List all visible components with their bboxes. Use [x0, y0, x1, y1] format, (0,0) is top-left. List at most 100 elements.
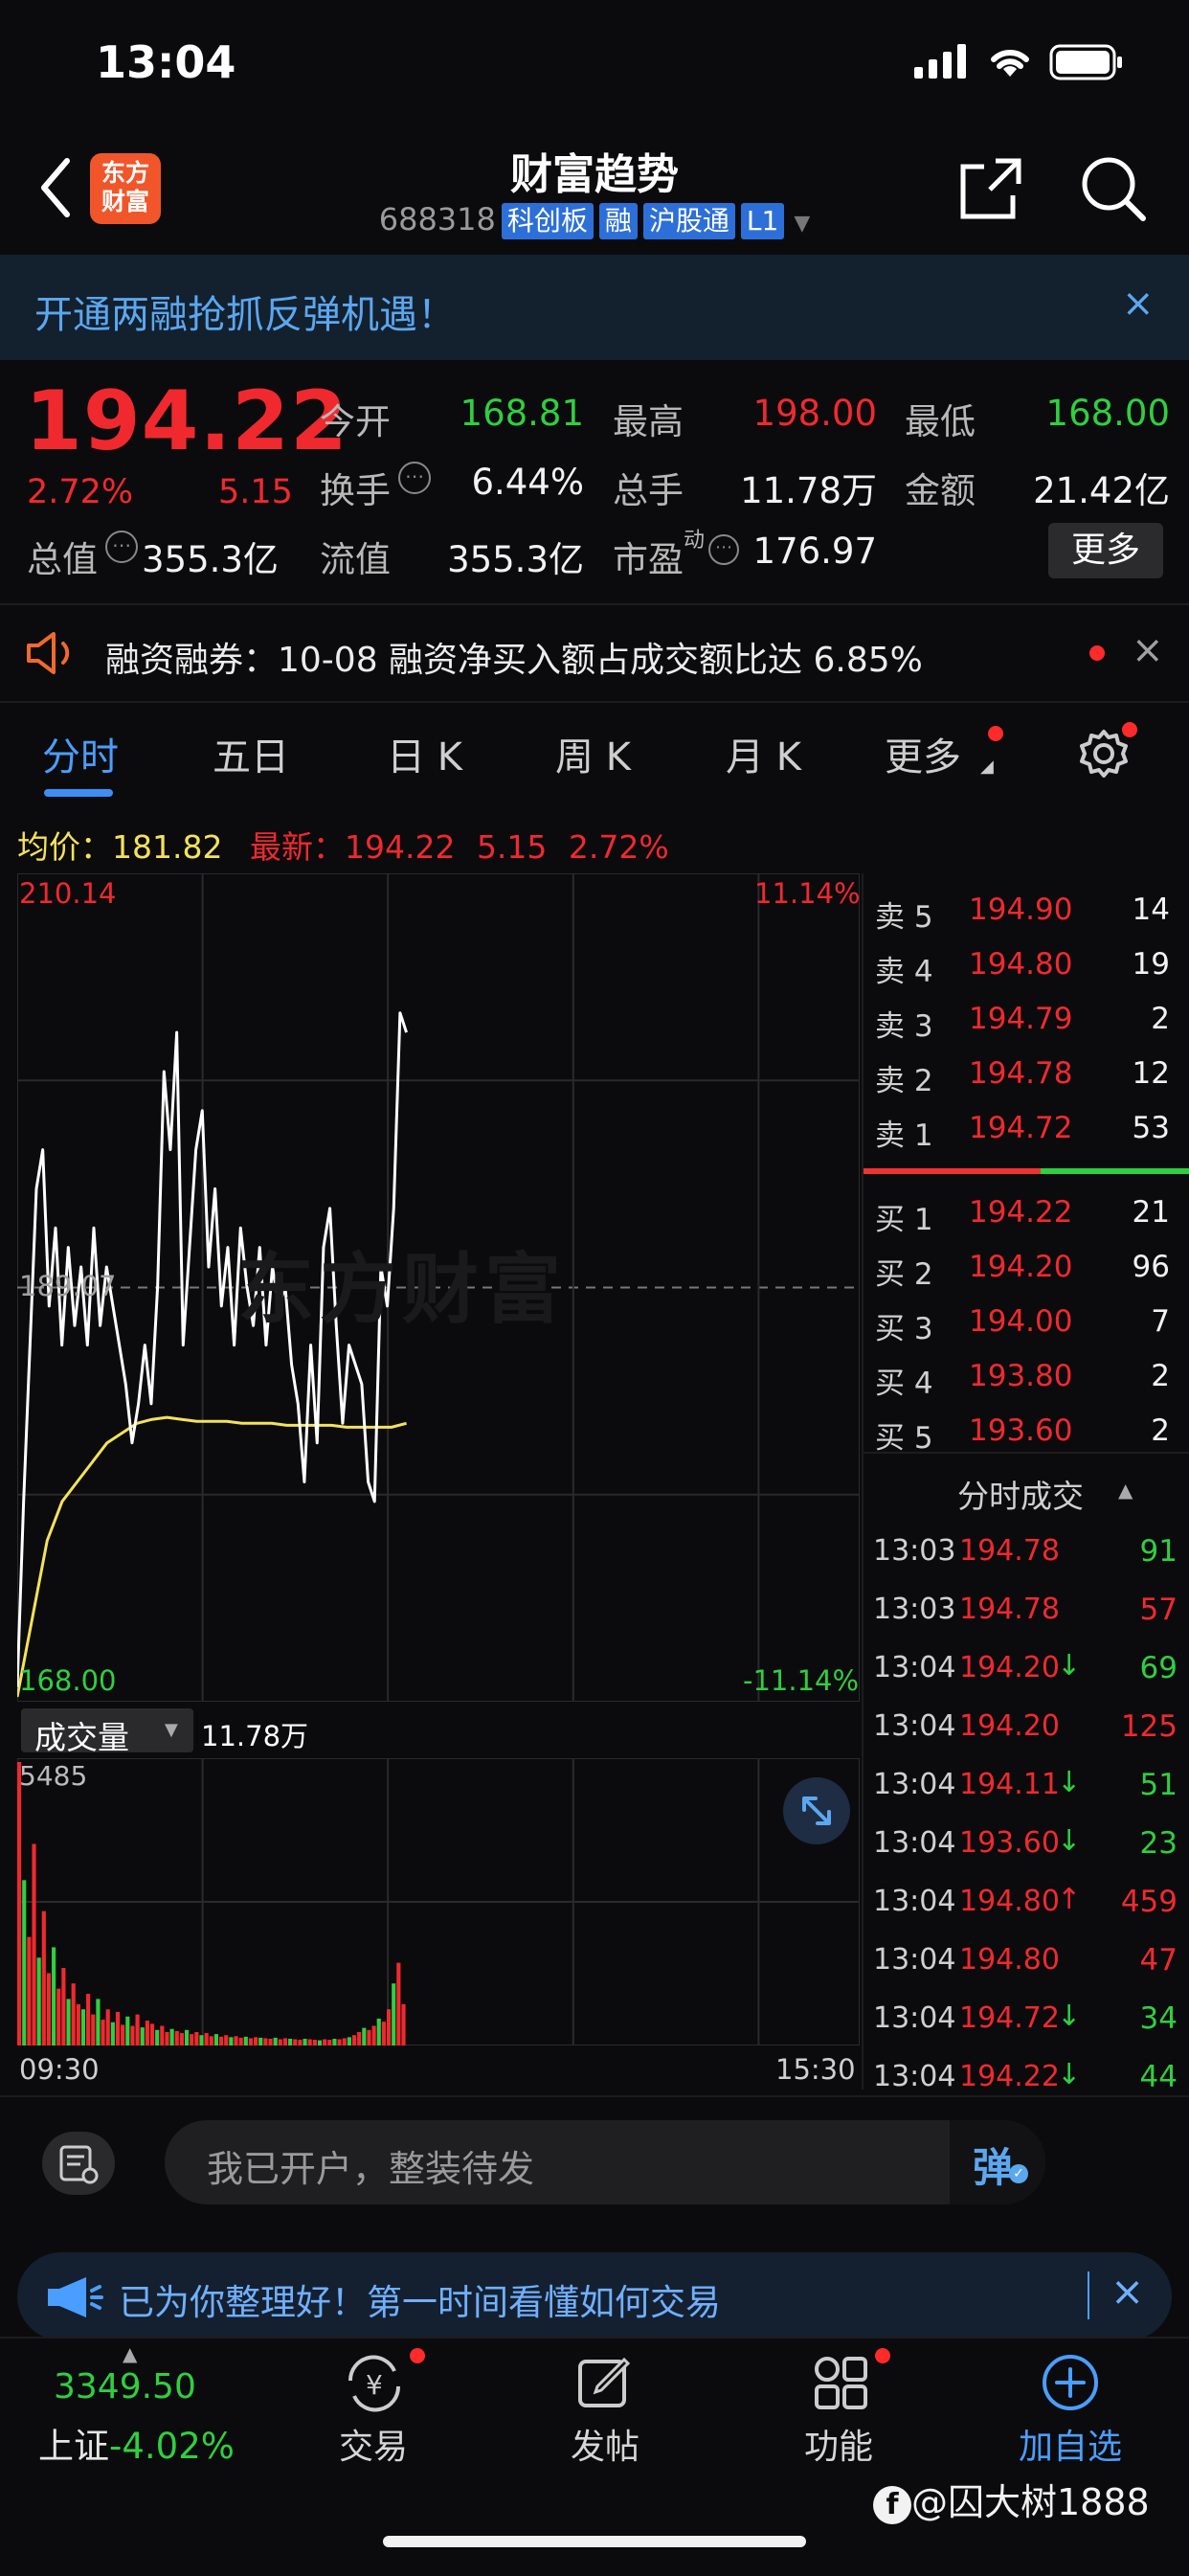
- volume-bar: [149, 2023, 155, 2045]
- index-value[interactable]: 3349.50: [54, 2367, 196, 2407]
- banner-text[interactable]: 开通两融抢抓反弹机遇！: [34, 283, 456, 339]
- trade-row[interactable]: 13:04 194.72 ↓ 34: [864, 1992, 1189, 2050]
- bid-row[interactable]: 买 1 194.22 21: [864, 1187, 1189, 1242]
- comment-placeholder[interactable]: 我已开户，整装待发: [207, 2139, 534, 2192]
- trade-direction-icon: ↓: [1057, 1824, 1082, 1858]
- expand-button[interactable]: [783, 1777, 850, 1844]
- trade-volume: 51: [1139, 1768, 1178, 1802]
- volume-bar: [145, 2021, 149, 2045]
- amount-label: 金额: [905, 470, 976, 511]
- pe-value: 176.97: [752, 531, 877, 572]
- nav-functions[interactable]: 功能: [762, 2419, 915, 2469]
- expand-icon[interactable]: [783, 1777, 850, 1844]
- volume-selector[interactable]: 成交量 ▼: [21, 1708, 193, 1756]
- notice-text[interactable]: 融资融券：10-08 融资净买入额占成交额比达 6.85%: [105, 632, 923, 682]
- trades-header[interactable]: 分时成交: [957, 1471, 1084, 1517]
- home-indicator[interactable]: [383, 2536, 806, 2547]
- danmu-button[interactable]: 弹 ✓: [950, 2120, 1045, 2204]
- notice-close-icon[interactable]: ×: [1132, 628, 1164, 672]
- trade-row[interactable]: 13:03 194.78 57: [864, 1583, 1189, 1641]
- caret-up-icon[interactable]: ▲: [123, 2342, 137, 2365]
- bid-volume: 21: [1132, 1195, 1170, 1230]
- chart-tabs: 分时 五日 日 K 周 K 月 K 更多 ◢: [0, 709, 1189, 804]
- avg-label: 均价：: [17, 828, 112, 866]
- trade-volume: 44: [1139, 2060, 1178, 2094]
- bid-price: 193.80: [969, 1359, 1073, 1393]
- tab-daily-k[interactable]: 日 K: [387, 726, 462, 781]
- bid-row[interactable]: 买 4 193.80 2: [864, 1351, 1189, 1406]
- gear-icon[interactable]: [1078, 728, 1130, 780]
- trade-row[interactable]: 13:04 194.80 ↑ 459: [864, 1875, 1189, 1933]
- bid-row[interactable]: 买 2 194.20 96: [864, 1242, 1189, 1297]
- volume-bar: [351, 2035, 357, 2045]
- info-icon[interactable]: ⋯: [398, 462, 431, 494]
- index-summary[interactable]: 上证-4.02%: [38, 2417, 235, 2469]
- volume-bar: [337, 2039, 342, 2045]
- index-pct[interactable]: -4.02%: [109, 2426, 235, 2467]
- chevron-up-icon[interactable]: ▲: [1118, 1479, 1133, 1502]
- change-percent: 2.72%: [27, 473, 134, 511]
- volume-bar: [32, 1843, 36, 2045]
- volume-bar: [41, 1910, 46, 2045]
- bottom-price-label: 168.00: [19, 1664, 117, 1697]
- trade-row[interactable]: 13:04 194.20 125: [864, 1700, 1189, 1758]
- index-name[interactable]: 上证: [38, 2426, 109, 2467]
- chevron-down-icon[interactable]: ▼: [165, 1720, 178, 1740]
- promo-close-icon[interactable]: ×: [1110, 2268, 1144, 2315]
- compose-button[interactable]: [42, 2132, 115, 2195]
- volume-bar: [101, 2020, 105, 2045]
- nav-add-watchlist[interactable]: 加自选: [994, 2419, 1147, 2469]
- promo-bar[interactable]: 已为你整理好！第一时间看懂如何交易 ×: [17, 2252, 1172, 2340]
- ask-row[interactable]: 卖 3 194.79 2: [864, 994, 1189, 1049]
- ask-row[interactable]: 卖 5 194.90 14: [864, 885, 1189, 939]
- tab-monthly-k[interactable]: 月 K: [726, 726, 801, 781]
- compose-icon[interactable]: [42, 2132, 115, 2195]
- banner-close-icon[interactable]: ×: [1122, 282, 1155, 326]
- info-icon[interactable]: ⋯: [105, 531, 138, 563]
- apps-icon[interactable]: [810, 2352, 871, 2413]
- post-icon[interactable]: [574, 2352, 636, 2413]
- danmu-label[interactable]: 弹: [973, 2135, 1013, 2194]
- margin-banner[interactable]: 开通两融抢抓反弹机遇！ ×: [0, 255, 1189, 360]
- trade-row[interactable]: 13:04 194.11 ↓ 51: [864, 1758, 1189, 1817]
- tab-weekly-k[interactable]: 周 K: [555, 726, 631, 781]
- trade-icon[interactable]: ¥: [341, 2352, 408, 2415]
- nav-post[interactable]: 发帖: [528, 2419, 682, 2469]
- ask-row[interactable]: 卖 1 194.72 53: [864, 1103, 1189, 1158]
- avg-price-line: [17, 1415, 407, 1698]
- volume-bar: [307, 2039, 312, 2045]
- promo-text[interactable]: 已为你整理好！第一时间看懂如何交易: [119, 2273, 721, 2325]
- bid-row[interactable]: 买 3 194.00 7: [864, 1297, 1189, 1351]
- notice-bar[interactable]: 融资融券：10-08 融资净买入额占成交额比达 6.85% ×: [0, 603, 1189, 703]
- volume-bar: [121, 2024, 125, 2045]
- volume-bar: [396, 1962, 401, 2045]
- svg-text:¥: ¥: [366, 2369, 383, 2401]
- volume-bar: [105, 2009, 110, 2045]
- volume-bar: [125, 2016, 130, 2045]
- volume-selector-label[interactable]: 成交量: [34, 1712, 129, 1758]
- volume-bar: [303, 2038, 307, 2045]
- trade-row[interactable]: 13:04 193.60 ↓ 23: [864, 1817, 1189, 1875]
- volume-bar: [190, 2034, 194, 2045]
- nav-trade[interactable]: 交易: [297, 2419, 450, 2469]
- ask-row[interactable]: 卖 2 194.78 12: [864, 1049, 1189, 1103]
- intraday-chart[interactable]: 东方财富 210.14 11.14% 189.07 168.00 -11.14%: [17, 873, 861, 1702]
- ask-row[interactable]: 卖 4 194.80 19: [864, 939, 1189, 994]
- tab-five-day[interactable]: 五日: [213, 726, 289, 781]
- add-watchlist-icon[interactable]: [1040, 2352, 1101, 2413]
- trade-row[interactable]: 13:03 194.78 91: [864, 1525, 1189, 1583]
- comment-input[interactable]: 我已开户，整装待发 弹 ✓: [165, 2120, 1045, 2204]
- search-icon[interactable]: [1080, 155, 1149, 224]
- tab-intraday[interactable]: 分时: [42, 726, 119, 781]
- info-icon[interactable]: ⋯: [708, 534, 739, 565]
- more-button[interactable]: 更多: [1048, 523, 1163, 578]
- open-label: 今开: [320, 401, 391, 442]
- ask-volume: 2: [1151, 1002, 1170, 1036]
- tab-more[interactable]: 更多: [885, 726, 961, 781]
- trade-row[interactable]: 13:04 194.80 47: [864, 1933, 1189, 1992]
- share-icon[interactable]: [957, 155, 1024, 222]
- volume-bar: [248, 2038, 254, 2045]
- trade-row[interactable]: 13:04 194.20 ↓ 69: [864, 1641, 1189, 1700]
- chevron-down-icon[interactable]: ▼: [794, 212, 810, 236]
- comment-bar: 我已开户，整装待发 弹 ✓: [0, 2095, 1189, 2231]
